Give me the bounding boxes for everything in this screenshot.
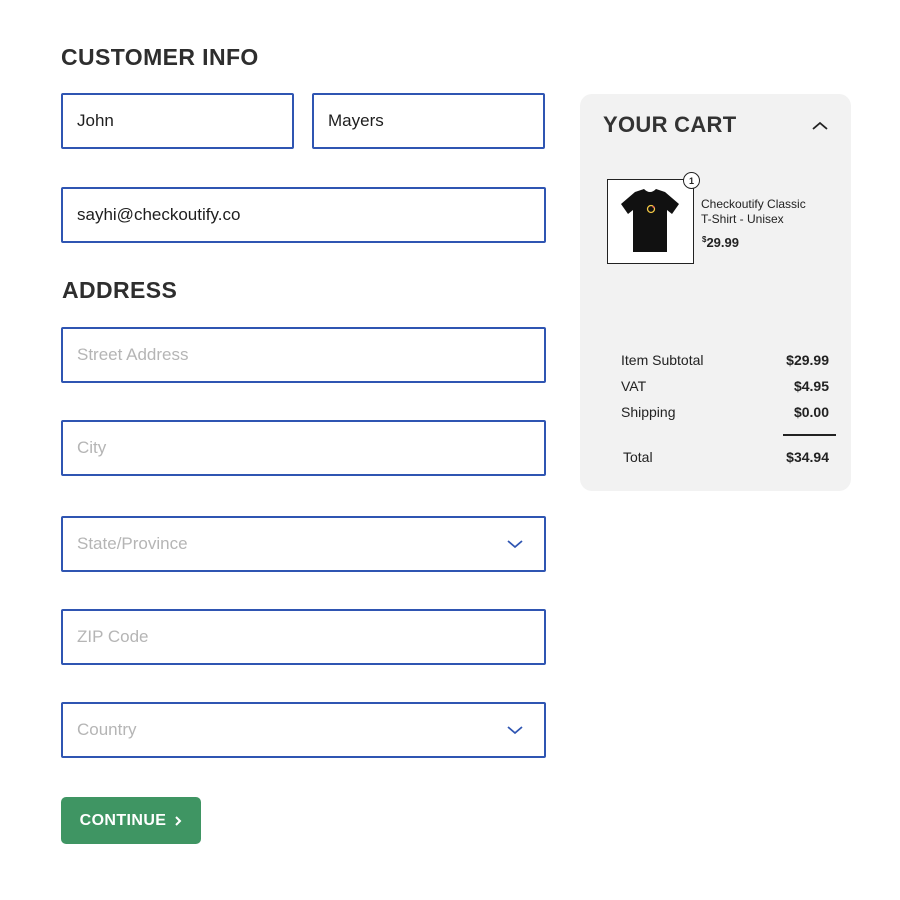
zip-code-placeholder: ZIP Code <box>77 627 149 646</box>
summary-amount: $29.99 <box>786 352 829 368</box>
email-field[interactable]: sayhi@checkoutify.co <box>61 187 546 243</box>
product-name: Checkoutify Classic T-Shirt - Unisex <box>701 197 841 227</box>
customer-info-heading: CUSTOMER INFO <box>61 44 259 70</box>
summary-row-subtotal: Item Subtotal $29.99 <box>621 352 829 368</box>
product-price: $29.99 <box>702 235 739 250</box>
email-value: sayhi@checkoutify.co <box>77 205 241 224</box>
city-field[interactable]: City <box>61 420 546 476</box>
state-province-placeholder: State/Province <box>77 534 188 553</box>
last-name-value: Mayers <box>328 111 384 130</box>
total-amount: $34.94 <box>786 449 829 465</box>
continue-button-label: CONTINUE <box>79 811 167 829</box>
total-label: Total <box>623 449 653 465</box>
summary-label: VAT <box>621 378 647 394</box>
chevron-down-icon[interactable] <box>506 538 524 550</box>
quantity-badge: 1 <box>683 172 700 189</box>
price-value: 29.99 <box>706 235 739 250</box>
summary-row-vat: VAT $4.95 <box>621 378 829 394</box>
address-heading: ADDRESS <box>62 277 178 303</box>
street-address-field[interactable]: Street Address <box>61 327 546 383</box>
zip-code-field[interactable]: ZIP Code <box>61 609 546 665</box>
tshirt-icon <box>621 189 679 252</box>
summary-amount: $4.95 <box>793 378 829 394</box>
state-province-select[interactable]: State/Province <box>61 516 546 572</box>
product-thumbnail[interactable] <box>607 179 694 264</box>
country-select[interactable]: Country <box>61 702 546 758</box>
first-name-value: John <box>77 111 114 130</box>
summary-label: Shipping <box>621 404 676 420</box>
product-name-line1: Checkoutify Classic <box>701 197 806 211</box>
continue-button[interactable]: CONTINUE <box>61 797 201 844</box>
summary-row-shipping: Shipping $0.00 <box>621 404 829 420</box>
summary-label: Item Subtotal <box>621 352 704 368</box>
first-name-field[interactable]: John <box>61 93 294 149</box>
chevron-down-icon[interactable] <box>506 724 524 736</box>
product-name-line2: T-Shirt - Unisex <box>701 212 784 226</box>
street-address-placeholder: Street Address <box>77 345 189 364</box>
summary-amount: $0.00 <box>793 404 829 420</box>
city-placeholder: City <box>77 438 107 457</box>
cart-panel: YOUR CART 1 Checkoutify Classic T-Shirt … <box>580 94 851 491</box>
country-placeholder: Country <box>77 720 137 739</box>
summary-divider <box>783 434 836 436</box>
summary-row-total: Total $34.94 <box>623 449 829 465</box>
last-name-field[interactable]: Mayers <box>312 93 545 149</box>
cart-title: YOUR CART <box>603 112 737 137</box>
chevron-right-icon <box>175 815 182 826</box>
chevron-up-icon[interactable] <box>811 120 829 132</box>
